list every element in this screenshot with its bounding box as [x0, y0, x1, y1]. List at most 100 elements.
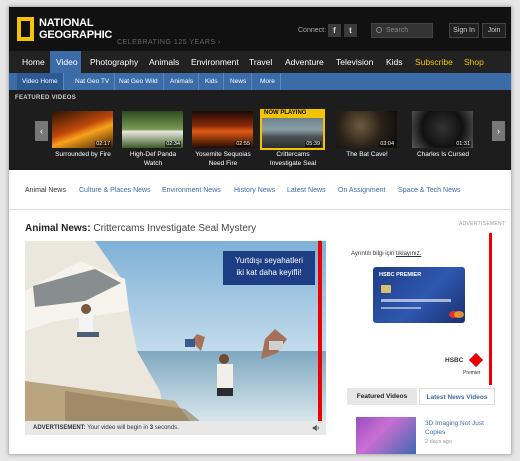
tab-featured-videos[interactable]: Featured Videos: [347, 388, 417, 405]
facebook-icon[interactable]: f: [328, 24, 341, 37]
video-thumb[interactable]: 02:34: [122, 111, 183, 148]
nav-shop[interactable]: Shop: [464, 51, 484, 73]
mastercard-icon-2: [454, 311, 464, 318]
card-chip-icon: [381, 285, 391, 293]
ad-red-stripe: [318, 241, 322, 421]
ad-suffix: seconds.: [153, 425, 179, 431]
card-number: [381, 299, 451, 302]
tab-latest-news[interactable]: Latest News: [287, 187, 326, 194]
tab-on-assignment[interactable]: On Assignment: [338, 187, 385, 194]
video-duration: 02:55: [235, 141, 251, 147]
subnav-nat-geo-tv[interactable]: Nat Geo TV: [70, 73, 116, 90]
hsbc-ad[interactable]: Ayrıntılı bilgi için tıklayınız. HSBC PR…: [347, 229, 495, 385]
caption-line: Need Fire: [208, 159, 238, 167]
video-duration: 05:39: [305, 141, 321, 147]
ad-overlay-line1: Yurtdışı seyahatleri: [234, 256, 304, 265]
video-caption[interactable]: High-Def Panda Watch: [115, 151, 191, 168]
top-bar: NATIONAL GEOGRAPHIC CELEBRATING 125 YEAR…: [9, 7, 511, 51]
caption-line: The Bat Cave!: [346, 151, 388, 158]
side-video-date: 2 days ago: [425, 439, 452, 445]
nav-travel[interactable]: Travel: [249, 51, 272, 73]
page-title: Animal News: Crittercams Investigate Sea…: [25, 223, 256, 234]
ad-red-stripe: [489, 233, 492, 385]
caption-line: Investigate Seal: [269, 159, 317, 167]
caption-line: Watch: [143, 159, 163, 167]
nav-subscribe[interactable]: Subscribe: [415, 51, 453, 73]
video-duration: 02:17: [95, 141, 111, 147]
connect-label: Connect:: [298, 27, 327, 34]
signin-button[interactable]: Sign In: [449, 23, 479, 38]
video-caption[interactable]: Surrounded by Fire: [45, 151, 121, 160]
ad-info-text: Ayrıntılı bilgi için: [351, 251, 396, 257]
tab-environment-news[interactable]: Environment News: [162, 187, 221, 194]
subnav-news[interactable]: News: [225, 73, 253, 90]
news-category-tabs: Animal News Culture & Places News Enviro…: [9, 170, 511, 210]
tab-animal-news[interactable]: Animal News: [25, 187, 66, 194]
ad-info-line: Ayrıntılı bilgi için tıklayınız.: [351, 251, 421, 257]
article-title: Crittercams Investigate Seal Mystery: [90, 223, 257, 234]
subnav-nat-geo-wild[interactable]: Nat Geo Wild: [114, 73, 164, 90]
video-caption[interactable]: Charles Is Cursed: [405, 151, 481, 160]
carousel-next-icon[interactable]: ›: [492, 121, 505, 141]
ad-info-link[interactable]: tıklayınız.: [396, 251, 421, 257]
now-playing-badge: NOW PLAYING: [262, 109, 323, 118]
featured-heading: FEATURED VIDEOS: [15, 95, 77, 101]
side-video-tabs: Featured Videos Latest News Videos: [347, 388, 495, 405]
carousel-prev-icon[interactable]: ‹: [35, 121, 48, 141]
logo-line1: NATIONAL: [39, 17, 94, 29]
hsbc-logo-icon: [468, 352, 484, 368]
nav-environment[interactable]: Environment: [191, 51, 239, 73]
tab-culture-places-news[interactable]: Culture & Places News: [79, 187, 151, 194]
tab-history-news[interactable]: History News: [234, 187, 275, 194]
caption-line: High-Def Panda: [129, 151, 177, 158]
site-logo[interactable]: NATIONAL GEOGRAPHIC: [39, 17, 112, 41]
video-thumb-now-playing[interactable]: NOW PLAYING 05:39: [260, 109, 325, 150]
video-duration: 01:31: [455, 141, 471, 147]
video-duration: 03:04: [379, 141, 395, 147]
subnav-kids[interactable]: Kids: [200, 73, 224, 90]
twitter-icon[interactable]: t: [344, 24, 357, 37]
subnav-video-home[interactable]: Video Home: [17, 73, 64, 90]
caption-line: Charles Is Cursed: [416, 151, 470, 158]
side-video-title[interactable]: 3D Imaging Not Just Copies: [425, 419, 495, 437]
caption-line: Surrounded by Fire: [55, 151, 111, 158]
nav-photography[interactable]: Photography: [90, 51, 138, 73]
article-category: Animal News:: [25, 223, 91, 234]
tab-space-tech-news[interactable]: Space & Tech News: [398, 187, 461, 194]
nav-adventure[interactable]: Adventure: [285, 51, 324, 73]
ad-overlay-banner[interactable]: Yurtdışı seyahatleri iki kat daha keyifl…: [223, 251, 315, 285]
video-thumb[interactable]: 01:31: [412, 111, 473, 148]
video-caption[interactable]: The Bat Cave!: [329, 151, 405, 160]
video-caption[interactable]: Yosemite Sequoias Need Fire: [185, 151, 261, 168]
video-thumb[interactable]: 02:17: [52, 111, 113, 148]
nav-home[interactable]: Home: [22, 51, 45, 73]
video-duration: 02:34: [165, 141, 181, 147]
nav-video[interactable]: Video: [50, 51, 81, 73]
subnav-more[interactable]: More: [255, 73, 281, 90]
join-button[interactable]: Join: [482, 23, 506, 38]
logo-icon[interactable]: [17, 17, 34, 41]
logo-line2: GEOGRAPHIC: [39, 29, 113, 41]
card-brand: HSBC PREMIER: [379, 272, 421, 278]
search-icon: [376, 27, 382, 33]
nav-kids[interactable]: Kids: [386, 51, 403, 73]
bank-name: HSBC: [445, 357, 464, 364]
nav-animals[interactable]: Animals: [149, 51, 179, 73]
ad-label: ADVERTISEMENT:: [33, 425, 86, 431]
main-nav: Home Video Photography Animals Environme…: [9, 51, 511, 73]
video-caption[interactable]: Crittercams Investigate Seal: [255, 151, 331, 168]
side-video-thumb[interactable]: [356, 417, 416, 454]
tagline[interactable]: CELEBRATING 125 YEARS ›: [117, 39, 221, 46]
ad-countdown-bar: ADVERTISEMENT: Your video will begin in …: [25, 421, 326, 435]
credit-card-image: HSBC PREMIER: [373, 267, 465, 323]
bank-sub: Premier: [463, 370, 481, 376]
caption-line: Crittercams: [276, 151, 310, 158]
nav-television[interactable]: Television: [336, 51, 373, 73]
subnav-animals[interactable]: Animals: [165, 73, 200, 90]
video-player[interactable]: Yurtdışı seyahatleri iki kat daha keyifl…: [25, 241, 326, 435]
video-thumb[interactable]: 03:04: [336, 111, 397, 148]
tab-latest-news-videos[interactable]: Latest News Videos: [419, 388, 495, 405]
video-thumb[interactable]: 02:55: [192, 111, 253, 148]
browser-frame: NATIONAL GEOGRAPHIC CELEBRATING 125 YEAR…: [8, 6, 512, 455]
volume-icon[interactable]: [312, 424, 320, 432]
